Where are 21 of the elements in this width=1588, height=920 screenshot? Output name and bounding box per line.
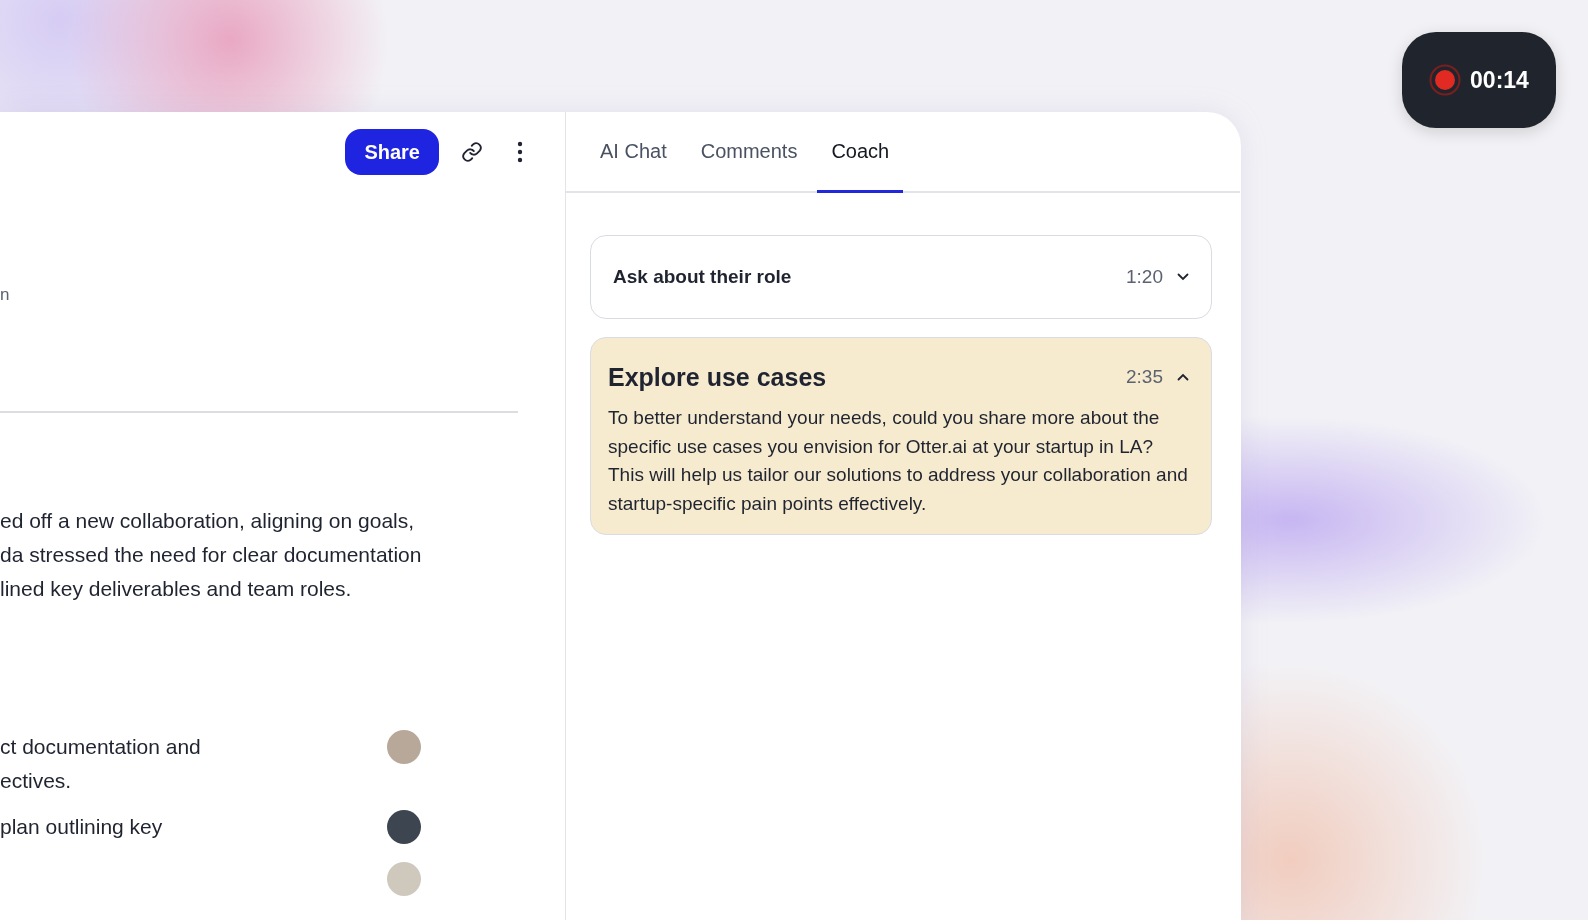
summary-paragraph: ed off a new collaboration, aligning on goals, da stressed the need for clear documentation lined key deliverables and team roles. bbox=[0, 508, 423, 602]
coach-card[interactable]: Ask about their role 1:20 bbox=[590, 235, 1212, 319]
card-time: 2:35 bbox=[1126, 366, 1163, 388]
coach-card[interactable] bbox=[590, 337, 1212, 535]
tab[interactable]: AI Chat bbox=[586, 112, 681, 193]
avatar bbox=[387, 862, 421, 896]
tab[interactable]: Coach bbox=[817, 112, 904, 193]
avatar bbox=[387, 730, 421, 764]
card-body-text: To better understand your needs, could you share more about the specific use cases you envision for Otter.ai at your startup in LA? This will help us tailor our solutions to address your collaboration and startup-specific pain points effectively. bbox=[608, 406, 1189, 516]
card-title: Ask about their role bbox=[613, 266, 793, 288]
chevron-up-icon[interactable] bbox=[1177, 373, 1189, 381]
card-title: Explore use cases bbox=[608, 362, 828, 392]
action-item-text: plan outlining key bbox=[0, 814, 163, 840]
card-time: 1:20 bbox=[1126, 266, 1163, 288]
action-item-text: ct documentation and ectives. bbox=[0, 734, 201, 794]
chevron-down-icon[interactable] bbox=[1177, 273, 1189, 281]
summary-fragment: n bbox=[0, 284, 10, 306]
avatar bbox=[387, 810, 421, 844]
share-button[interactable]: Share bbox=[345, 129, 439, 175]
timer-text: 00:14 bbox=[1470, 66, 1529, 94]
tab[interactable]: Comments bbox=[686, 112, 812, 193]
